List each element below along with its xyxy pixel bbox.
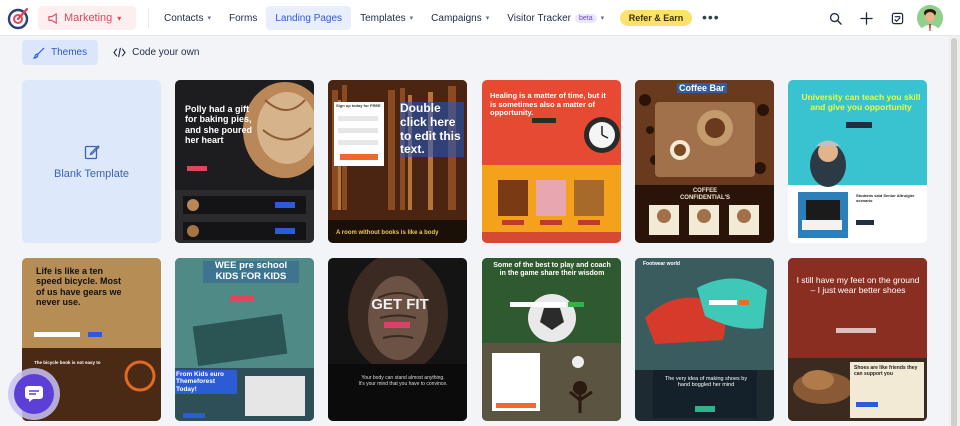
template-headline: GET FIT — [371, 296, 429, 313]
chevron-down-icon: ▾ — [117, 13, 122, 23]
chat-launcher-button[interactable] — [14, 374, 54, 414]
search-icon[interactable] — [826, 9, 844, 27]
app-logo-icon[interactable] — [6, 6, 30, 30]
template-thumbnail — [635, 258, 774, 421]
template-card-coffee[interactable]: Coffee Bar COFFEE CONFIDENTIAL'S — [635, 80, 774, 243]
refer-earn-button[interactable]: Refer & Earn — [620, 10, 692, 26]
template-subheadline: COFFEE CONFIDENTIAL'S — [679, 188, 731, 201]
template-thumbnail — [482, 258, 621, 421]
nav-campaigns-label: Campaigns — [431, 12, 482, 24]
divider — [148, 8, 149, 28]
add-icon[interactable] — [857, 9, 875, 27]
nav-campaigns[interactable]: Campaigns ▾ — [422, 6, 498, 30]
nav-templates[interactable]: Templates ▾ — [351, 6, 422, 30]
chat-icon — [25, 386, 43, 402]
code-icon — [113, 47, 126, 58]
chevron-down-icon: ▾ — [409, 15, 414, 22]
nav-templates-label: Templates — [360, 12, 406, 24]
scrollbar-thumb[interactable] — [951, 38, 957, 426]
tab-code-label: Code your own — [132, 47, 200, 58]
tab-themes-label: Themes — [51, 47, 88, 58]
notes-icon[interactable] — [888, 9, 906, 27]
template-card-books[interactable]: Sign up today for FREE Double click here… — [328, 80, 467, 243]
template-headline: I still have my feet on the ground – I j… — [796, 275, 920, 295]
page-scrollbar[interactable] — [948, 36, 960, 426]
blank-template-label: Blank Template — [53, 167, 129, 180]
nav-contacts[interactable]: Contacts ▾ — [155, 6, 220, 30]
template-footer: A room without books is like a body — [336, 230, 439, 236]
chevron-down-icon: ▾ — [600, 15, 605, 22]
template-subheadline: The bicycle book is not easy to — [34, 360, 101, 365]
template-card-preschool[interactable]: WEE pre school KIDS FOR KIDS From Kids e… — [175, 258, 314, 421]
tab-themes[interactable]: Themes — [22, 40, 99, 65]
chevron-down-icon: ▾ — [207, 15, 211, 22]
top-bar: Marketing ▾ Contacts ▾ Forms Landing Pag… — [0, 0, 960, 36]
blank-template-card[interactable]: Blank Template — [22, 80, 161, 243]
template-card-footwear[interactable]: Footwear world The very idea of making s… — [635, 258, 774, 421]
template-subheadline: From Kids euro Themeforest Today! — [175, 370, 237, 395]
main-nav: Contacts ▾ Forms Landing Pages Templates… — [155, 6, 613, 30]
template-card-shoes[interactable]: I still have my feet on the ground – I j… — [788, 258, 927, 421]
app-switcher-label: Marketing — [64, 12, 113, 24]
template-thumbnail — [635, 80, 774, 243]
template-subheadline: Students said Senior Altruigler scenario — [856, 193, 915, 203]
template-card-soccer[interactable]: Some of the best to play and coach in th… — [482, 258, 621, 421]
app-switcher[interactable]: Marketing ▾ — [38, 6, 136, 30]
template-headline: University can teach you skill and give … — [801, 92, 921, 112]
template-headline: Double click here to edit this text. — [400, 101, 464, 158]
template-subheadline: Your body can stand almost anything. It'… — [358, 375, 448, 387]
theme-tabs: Themes Code your own — [22, 40, 210, 65]
edit-icon — [84, 144, 100, 159]
template-card-healing[interactable]: Healing is a matter of time, but it is s… — [482, 80, 621, 243]
more-menu-icon[interactable]: ••• — [702, 9, 720, 25]
template-subheadline: Shoes are like friends they can support … — [854, 365, 918, 377]
nav-contacts-label: Contacts — [164, 12, 204, 24]
megaphone-icon — [48, 12, 57, 24]
brush-icon — [33, 47, 45, 59]
template-headline: WEE pre school KIDS FOR KIDS — [203, 260, 299, 283]
template-thumbnail — [328, 258, 467, 421]
template-subheadline: The very idea of making shoes by hand bo… — [664, 376, 748, 389]
tab-code-your-own[interactable]: Code your own — [102, 40, 210, 65]
user-avatar[interactable] — [917, 5, 943, 31]
nav-visitor-tracker[interactable]: Visitor Tracker beta ▾ — [498, 6, 613, 30]
template-card-bakery[interactable]: Polly had a gift for baking pies, and sh… — [175, 80, 314, 243]
template-headline: Healing is a matter of time, but it is s… — [490, 91, 606, 118]
template-card-university[interactable]: University can teach you skill and give … — [788, 80, 927, 243]
template-headline: Life is like a ten speed bicycle. Most o… — [36, 266, 122, 308]
nav-landing-pages[interactable]: Landing Pages — [266, 6, 352, 30]
nav-forms[interactable]: Forms — [220, 6, 266, 30]
beta-badge: beta — [575, 13, 597, 23]
nav-forms-label: Forms — [228, 12, 258, 24]
template-headline: Some of the best to play and coach in th… — [493, 262, 611, 278]
nav-visitor-tracker-label: Visitor Tracker — [507, 12, 571, 24]
template-form-title: Sign up today for FREE — [336, 103, 381, 108]
template-card-get-fit[interactable]: GET FIT Your body can stand almost anyth… — [328, 258, 467, 421]
template-brand: Footwear world — [643, 261, 680, 267]
chevron-down-icon: ▾ — [485, 15, 490, 22]
template-headline: Coffee Bar — [677, 83, 727, 94]
nav-landing-pages-label: Landing Pages — [275, 12, 343, 24]
template-headline: Polly had a gift for baking pies, and sh… — [185, 104, 253, 146]
